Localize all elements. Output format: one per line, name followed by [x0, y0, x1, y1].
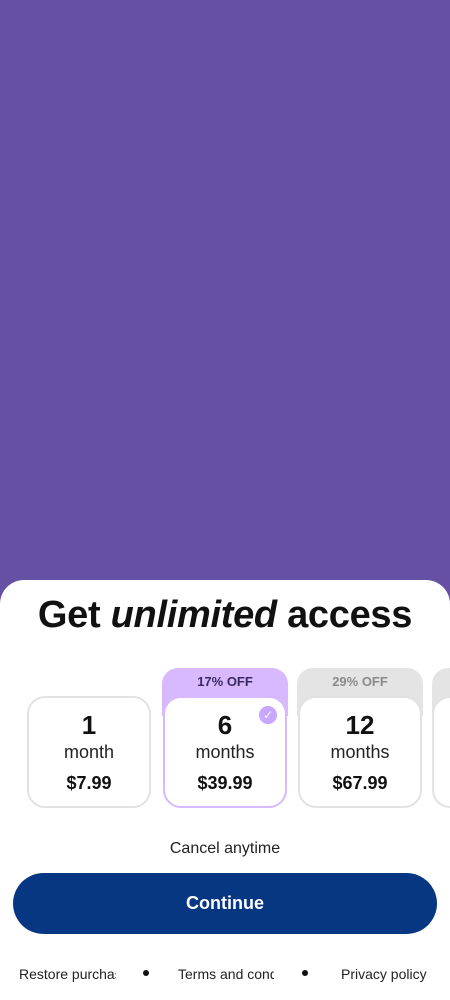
plan-card-next-partial[interactable]: [432, 696, 450, 808]
hero-banner: [0, 0, 450, 600]
plan-duration-number: 1: [81, 710, 97, 740]
page-title: Get unlimited access: [37, 594, 413, 636]
restore-purchases-link[interactable]: Restore purchases: [19, 966, 116, 982]
terms-link[interactable]: Terms and conditions: [178, 966, 274, 982]
footer-separator-dot: [302, 970, 308, 976]
plan-card-12-months[interactable]: 12 months $67.99: [298, 696, 422, 808]
plan-duration-number: 12: [345, 710, 375, 740]
plan-price: $67.99: [332, 773, 388, 793]
title-emphasis: unlimited: [110, 594, 277, 636]
plan-card-1-month[interactable]: 1 month $7.99: [27, 696, 151, 808]
footer-separator-dot: [143, 970, 149, 976]
continue-button[interactable]: Continue: [13, 873, 437, 934]
plan-duration-unit: months: [195, 742, 255, 762]
plan-price: $39.99: [197, 773, 253, 793]
plan-price: $7.99: [66, 773, 112, 793]
plan-duration-unit: months: [330, 742, 390, 762]
privacy-policy-link[interactable]: Privacy policy: [341, 966, 441, 982]
plan-duration-number: 6: [217, 710, 233, 740]
plan-duration-unit: month: [63, 742, 115, 762]
cancel-anytime-text: Cancel anytime: [169, 840, 281, 857]
plan-card-6-months[interactable]: ✓ 6 months $39.99: [163, 696, 287, 808]
